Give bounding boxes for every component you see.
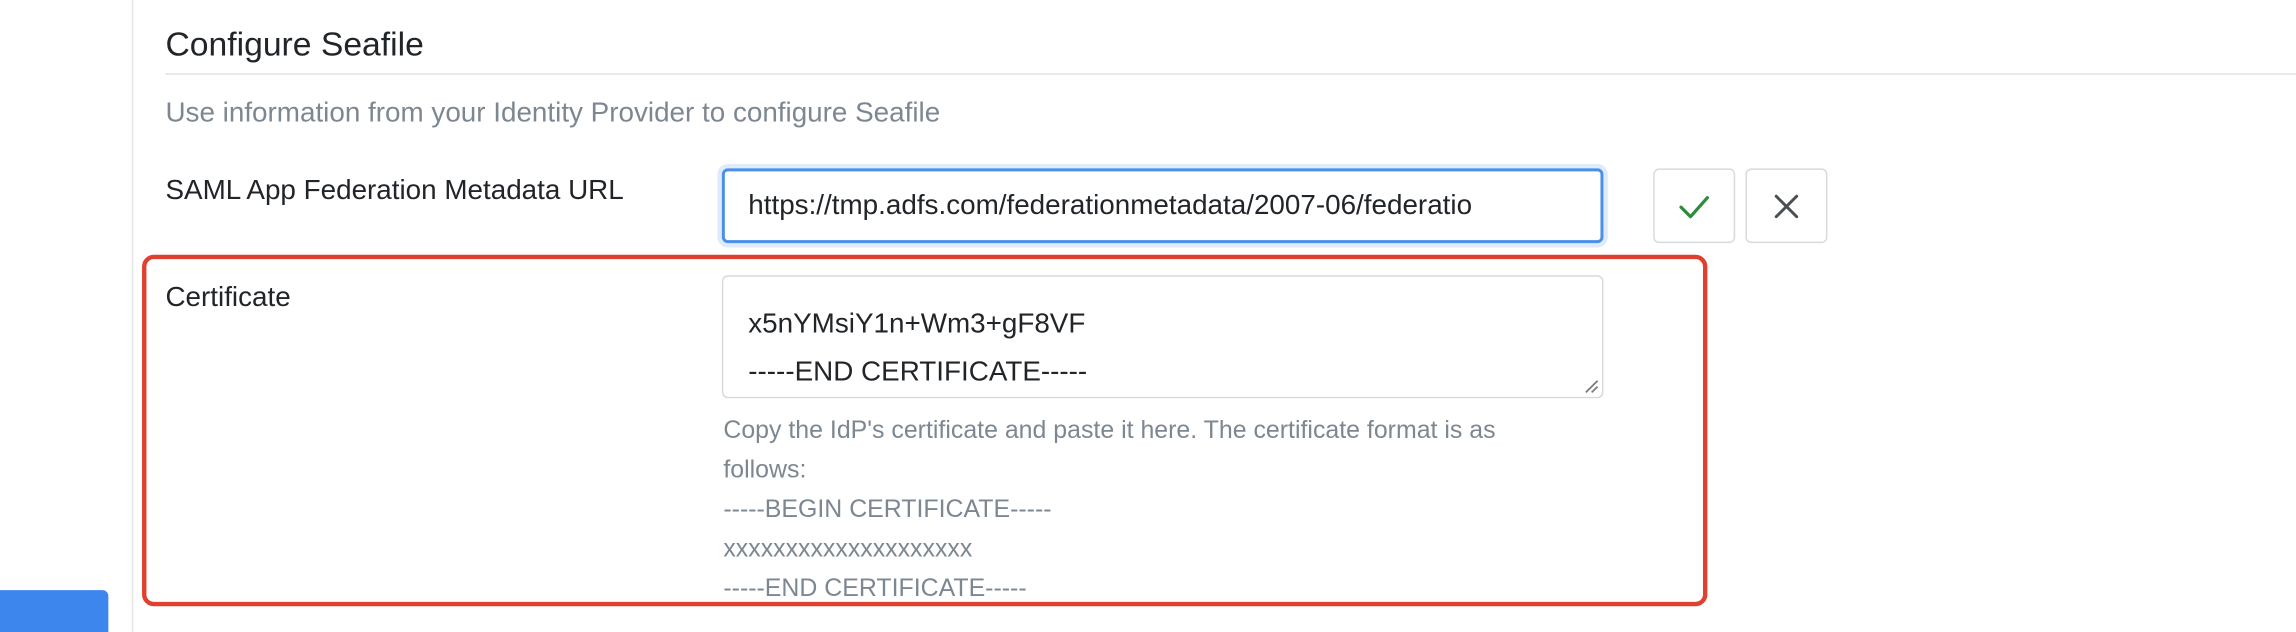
close-icon — [1774, 194, 1799, 218]
help-line: Copy the IdP's certificate and paste it … — [723, 415, 1496, 444]
help-line: xxxxxxxxxxxxxxxxxxxx — [723, 534, 973, 563]
certificate-line: x5nYMsiY1n+Wm3+gF8VF — [748, 308, 1086, 340]
content-scale: Configure Seafile Use information from y… — [0, 0, 2296, 632]
help-line: follows: — [723, 455, 807, 484]
page-title: Configure Seafile — [165, 24, 424, 63]
confirm-button[interactable] — [1653, 168, 1736, 244]
left-sidebar — [0, 0, 134, 632]
help-line: -----END CERTIFICATE----- — [723, 574, 1027, 602]
check-icon — [1679, 195, 1709, 218]
certificate-text: x5nYMsiY1n+Wm3+gF8VF -----END CERTIFICATE… — [748, 277, 1088, 397]
page: Configure Seafile Use information from y… — [0, 0, 2296, 632]
resize-handle-icon[interactable] — [1581, 376, 1599, 394]
title-divider — [165, 73, 2296, 75]
certificate-textarea[interactable]: x5nYMsiY1n+Wm3+gF8VF -----END CERTIFICATE… — [721, 275, 1604, 399]
cancel-button[interactable] — [1745, 168, 1828, 244]
help-line: -----BEGIN CERTIFICATE----- — [723, 494, 1052, 523]
sidebar-button[interactable] — [0, 590, 109, 632]
metadata-url-input[interactable] — [721, 168, 1604, 244]
certificate-help-text: Copy the IdP's certificate and paste it … — [723, 410, 1616, 608]
page-subtitle: Use information from your Identity Provi… — [165, 98, 941, 129]
certificate-label: Certificate — [165, 282, 291, 314]
certificate-line-partial — [748, 277, 1087, 300]
metadata-url-label: SAML App Federation Metadata URL — [165, 175, 624, 207]
certificate-line: -----END CERTIFICATE----- — [748, 357, 1088, 389]
